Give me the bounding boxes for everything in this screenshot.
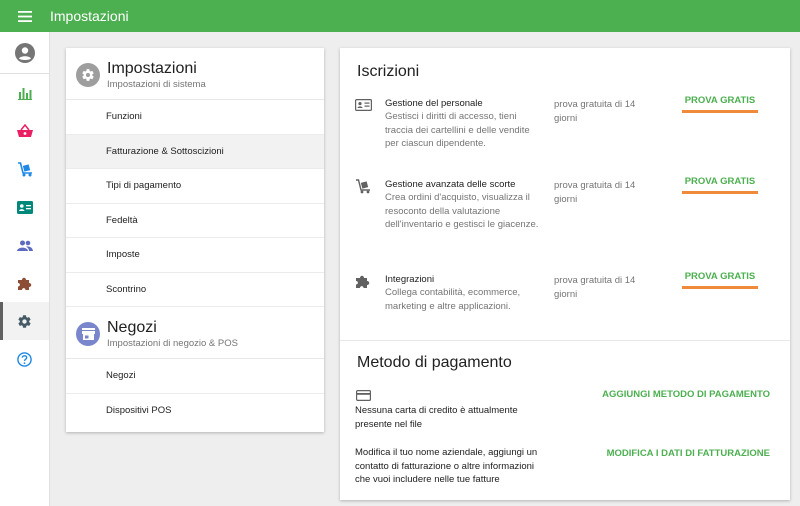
- subscription-name: Integrazioni: [385, 274, 435, 285]
- try-free-button[interactable]: PROVA GRATIS: [682, 271, 758, 289]
- basket-icon: [16, 124, 33, 137]
- settings-menu-card: Impostazioni Impostazioni di sistema Fun…: [66, 48, 324, 432]
- nav-item-taxes[interactable]: Imposte: [66, 238, 324, 273]
- rail-item-integrations[interactable]: [0, 264, 49, 302]
- section-title: Negozi: [107, 319, 157, 336]
- subscription-description: Crea ordini d'acquisto, visualizza il re…: [385, 192, 539, 230]
- subscription-row: Integrazioni Collega contabilità, ecomme…: [355, 271, 775, 313]
- credit-card-icon: [356, 390, 372, 402]
- rail-item-help[interactable]: [0, 340, 49, 378]
- try-free-button[interactable]: PROVA GRATIS: [682, 95, 758, 113]
- add-payment-method-button[interactable]: AGGIUNGI METODO DI PAGAMENTO: [602, 389, 770, 400]
- subscriptions-title: Iscrizioni: [357, 63, 420, 80]
- nav-item-receipt[interactable]: Scontrino: [66, 273, 324, 307]
- rail-item-sales[interactable]: [0, 112, 49, 150]
- subscription-row: Gestione avanzata delle scorte Crea ordi…: [355, 176, 775, 232]
- gear-icon: [18, 314, 31, 328]
- help-circle-icon: [17, 351, 32, 367]
- bar-chart-icon: [17, 87, 32, 100]
- nav-item-loyalty[interactable]: Fedeltà: [66, 204, 324, 238]
- settings-section-icon: [76, 63, 100, 87]
- section-title: Impostazioni: [107, 60, 197, 77]
- rail-item-employees[interactable]: [0, 188, 49, 226]
- nav-item-pos-devices[interactable]: Dispositivi POS: [66, 394, 324, 429]
- puzzle-icon: [18, 277, 32, 290]
- nav-item-stores[interactable]: Negozi: [66, 359, 324, 394]
- page-title: Impostazioni: [50, 8, 129, 24]
- id-card-icon: [355, 99, 373, 112]
- nav-item-billing[interactable]: Fatturazione & Sottoscizioni: [66, 134, 324, 169]
- no-card-text: Nessuna carta di credito è attualmente p…: [355, 405, 518, 430]
- section-divider: [340, 340, 790, 341]
- nav-item-payment-types[interactable]: Tipi di pagamento: [66, 169, 324, 204]
- id-badge-icon: [16, 200, 33, 214]
- top-app-bar: Impostazioni: [0, 0, 800, 32]
- hamburger-menu-icon[interactable]: [0, 0, 50, 32]
- section-subtitle: Impostazioni di negozio & POS: [107, 338, 238, 349]
- rail-item-customers[interactable]: [0, 226, 49, 264]
- rail-item-reports[interactable]: [0, 74, 49, 112]
- try-free-button[interactable]: PROVA GRATIS: [682, 176, 758, 194]
- puzzle-icon: [356, 275, 370, 288]
- section-header-stores: Negozi Impostazioni di negozio & POS: [66, 307, 324, 359]
- subscription-description: Collega contabilità, ecommerce, marketin…: [385, 287, 521, 312]
- subscription-name: Gestione del personale: [385, 98, 483, 109]
- subscription-description: Gestisci i diritti di accesso, tieni tra…: [385, 111, 530, 149]
- rail-item-inventory[interactable]: [0, 150, 49, 188]
- nav-rail: [0, 32, 50, 506]
- section-subtitle: Impostazioni di sistema: [107, 79, 206, 90]
- cart-dolly-icon: [356, 179, 370, 194]
- rail-item-settings[interactable]: [0, 302, 49, 340]
- payment-method-title: Metodo di pagamento: [357, 354, 512, 371]
- billing-info-text: Modifica il tuo nome aziendale, aggiungi…: [355, 447, 538, 485]
- nav-item-functions[interactable]: Funzioni: [66, 100, 324, 135]
- stores-section-icon: [76, 322, 100, 346]
- account-circle-icon: [14, 42, 35, 63]
- subscription-trial: prova gratuita di 14 giorni: [554, 275, 636, 300]
- subscription-name: Gestione avanzata delle scorte: [385, 179, 516, 190]
- gear-icon: [82, 69, 94, 81]
- billing-card: Iscrizioni Gestione del personale Gestis…: [340, 48, 790, 500]
- people-icon: [16, 240, 33, 251]
- subscription-row: Gestione del personale Gestisci i diritt…: [355, 95, 775, 151]
- subscription-trial: prova gratuita di 14 giorni: [554, 180, 636, 205]
- cart-dolly-icon: [17, 161, 32, 176]
- section-header-settings: Impostazioni Impostazioni di sistema: [66, 48, 324, 100]
- storefront-icon: [81, 328, 95, 340]
- rail-item-account[interactable]: [0, 32, 49, 74]
- subscription-trial: prova gratuita di 14 giorni: [554, 99, 636, 124]
- edit-billing-data-button[interactable]: MODIFICA I DATI DI FATTURAZIONE: [607, 448, 770, 459]
